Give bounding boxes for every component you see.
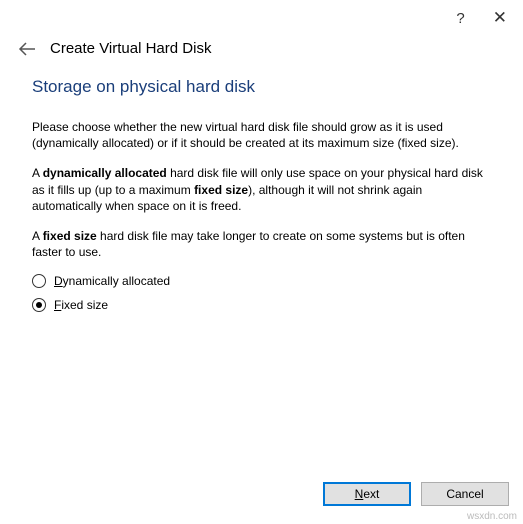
next-button[interactable]: Next [323, 482, 411, 506]
cancel-button[interactable]: Cancel [421, 482, 509, 506]
storage-options: Dynamically allocated Fixed size [32, 274, 491, 312]
titlebar: ? ✕ [0, 0, 523, 36]
radio-label: Dynamically allocated [54, 274, 170, 288]
wizard-title: Create Virtual Hard Disk [50, 40, 211, 57]
radio-icon [32, 274, 46, 288]
radio-dynamic[interactable]: Dynamically allocated [32, 274, 491, 288]
dynamic-paragraph: A dynamically allocated hard disk file w… [32, 165, 491, 214]
radio-fixed[interactable]: Fixed size [32, 298, 491, 312]
wizard-header: Create Virtual Hard Disk [0, 36, 523, 71]
close-icon[interactable]: ✕ [493, 8, 507, 28]
watermark: wsxdn.com [467, 511, 517, 522]
intro-paragraph: Please choose whether the new virtual ha… [32, 119, 491, 151]
fixed-paragraph: A fixed size hard disk file may take lon… [32, 228, 491, 260]
content-area: Storage on physical hard disk Please cho… [0, 71, 523, 312]
help-icon[interactable]: ? [456, 10, 464, 27]
back-arrow-icon[interactable] [18, 42, 36, 56]
page-heading: Storage on physical hard disk [32, 77, 491, 97]
radio-icon [32, 298, 46, 312]
footer-buttons: Next Cancel [323, 482, 509, 506]
radio-label: Fixed size [54, 298, 108, 312]
